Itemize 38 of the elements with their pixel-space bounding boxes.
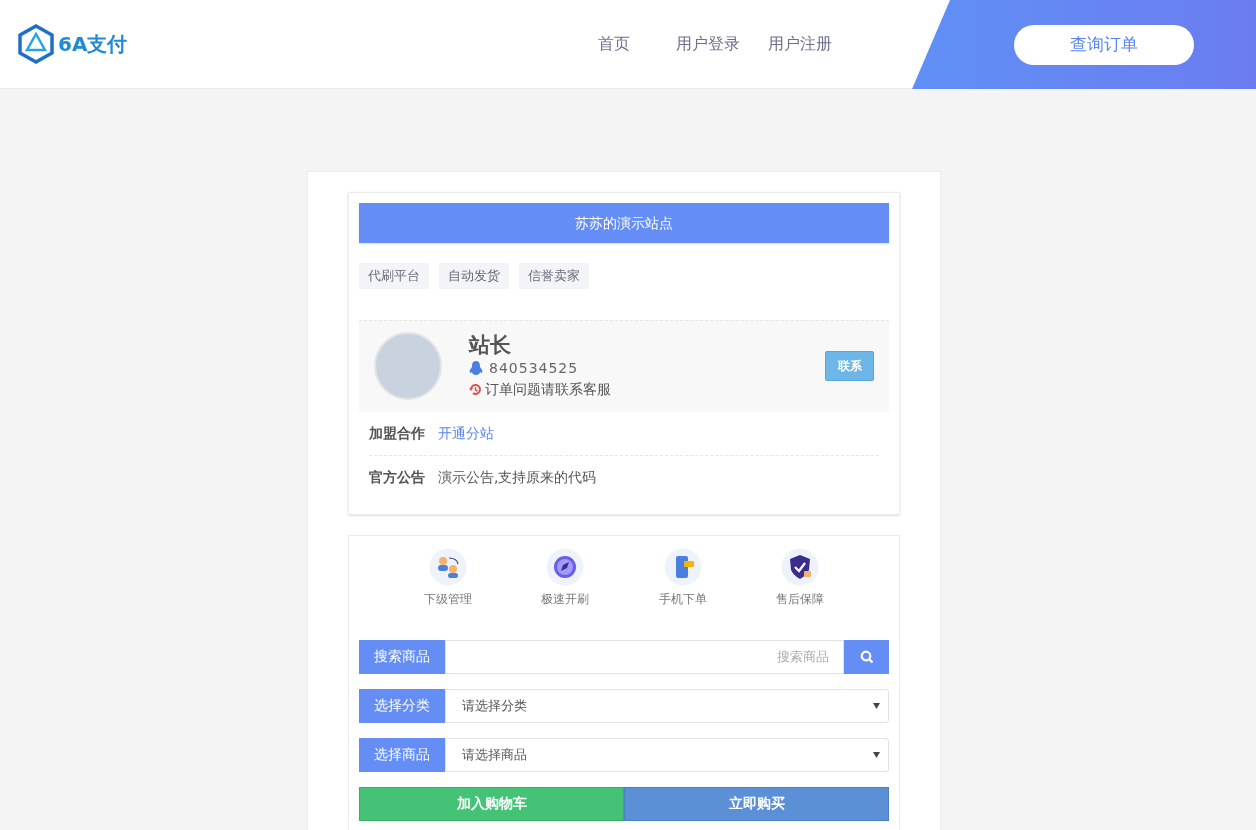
service-note: 订单问题请联系客服 <box>485 380 611 399</box>
info-label: 官方公告 <box>369 468 425 487</box>
search-field[interactable]: 搜索商品 <box>445 639 844 674</box>
nav-link[interactable]: 用户登录 <box>668 32 748 56</box>
feature-label: 手机下单 <box>658 590 707 608</box>
select-field[interactable]: 请选择分类 <box>445 688 889 723</box>
nav-link[interactable]: 用户注册 <box>760 32 840 56</box>
qq-number: 840534525 <box>489 359 579 378</box>
history-icon <box>469 383 482 396</box>
tag: 代刷平台 <box>359 263 429 289</box>
site-title: 苏苏的演示站点 <box>359 203 889 243</box>
buy-now-button[interactable]: 立即购买 <box>624 786 889 821</box>
search-button[interactable] <box>844 639 889 674</box>
caret-icon <box>873 751 880 758</box>
query-order-button[interactable]: 查询订单 <box>1014 24 1194 65</box>
open-substation-link[interactable]: 开通分站 <box>438 422 494 444</box>
penguin-icon <box>469 361 483 376</box>
feature-icon <box>663 547 702 586</box>
search-icon <box>859 649 874 664</box>
owner-name: 站长 <box>469 332 512 358</box>
select-field[interactable]: 请选择商品 <box>445 737 889 772</box>
logo-icon <box>18 24 54 64</box>
field-label: 选择商品 <box>359 737 445 772</box>
feature-icon <box>781 547 820 586</box>
nav-link[interactable]: 首页 <box>590 32 638 56</box>
field-label: 搜索商品 <box>359 639 445 674</box>
caret-icon <box>873 702 880 709</box>
tag: 自动发货 <box>439 263 509 289</box>
logo-text: 6A支付 <box>58 31 128 58</box>
info-label: 加盟合作 <box>369 423 425 443</box>
tag: 信誉卖家 <box>519 263 589 289</box>
field-label: 选择分类 <box>359 688 445 723</box>
feature-icon <box>428 547 467 586</box>
notice-text: 演示公告,支持原来的代码 <box>438 468 597 487</box>
feature-icon <box>546 547 585 586</box>
feature-label: 售后保障 <box>776 590 825 608</box>
feature-label: 极速开刷 <box>541 590 590 608</box>
feature-label: 下级管理 <box>423 590 472 608</box>
